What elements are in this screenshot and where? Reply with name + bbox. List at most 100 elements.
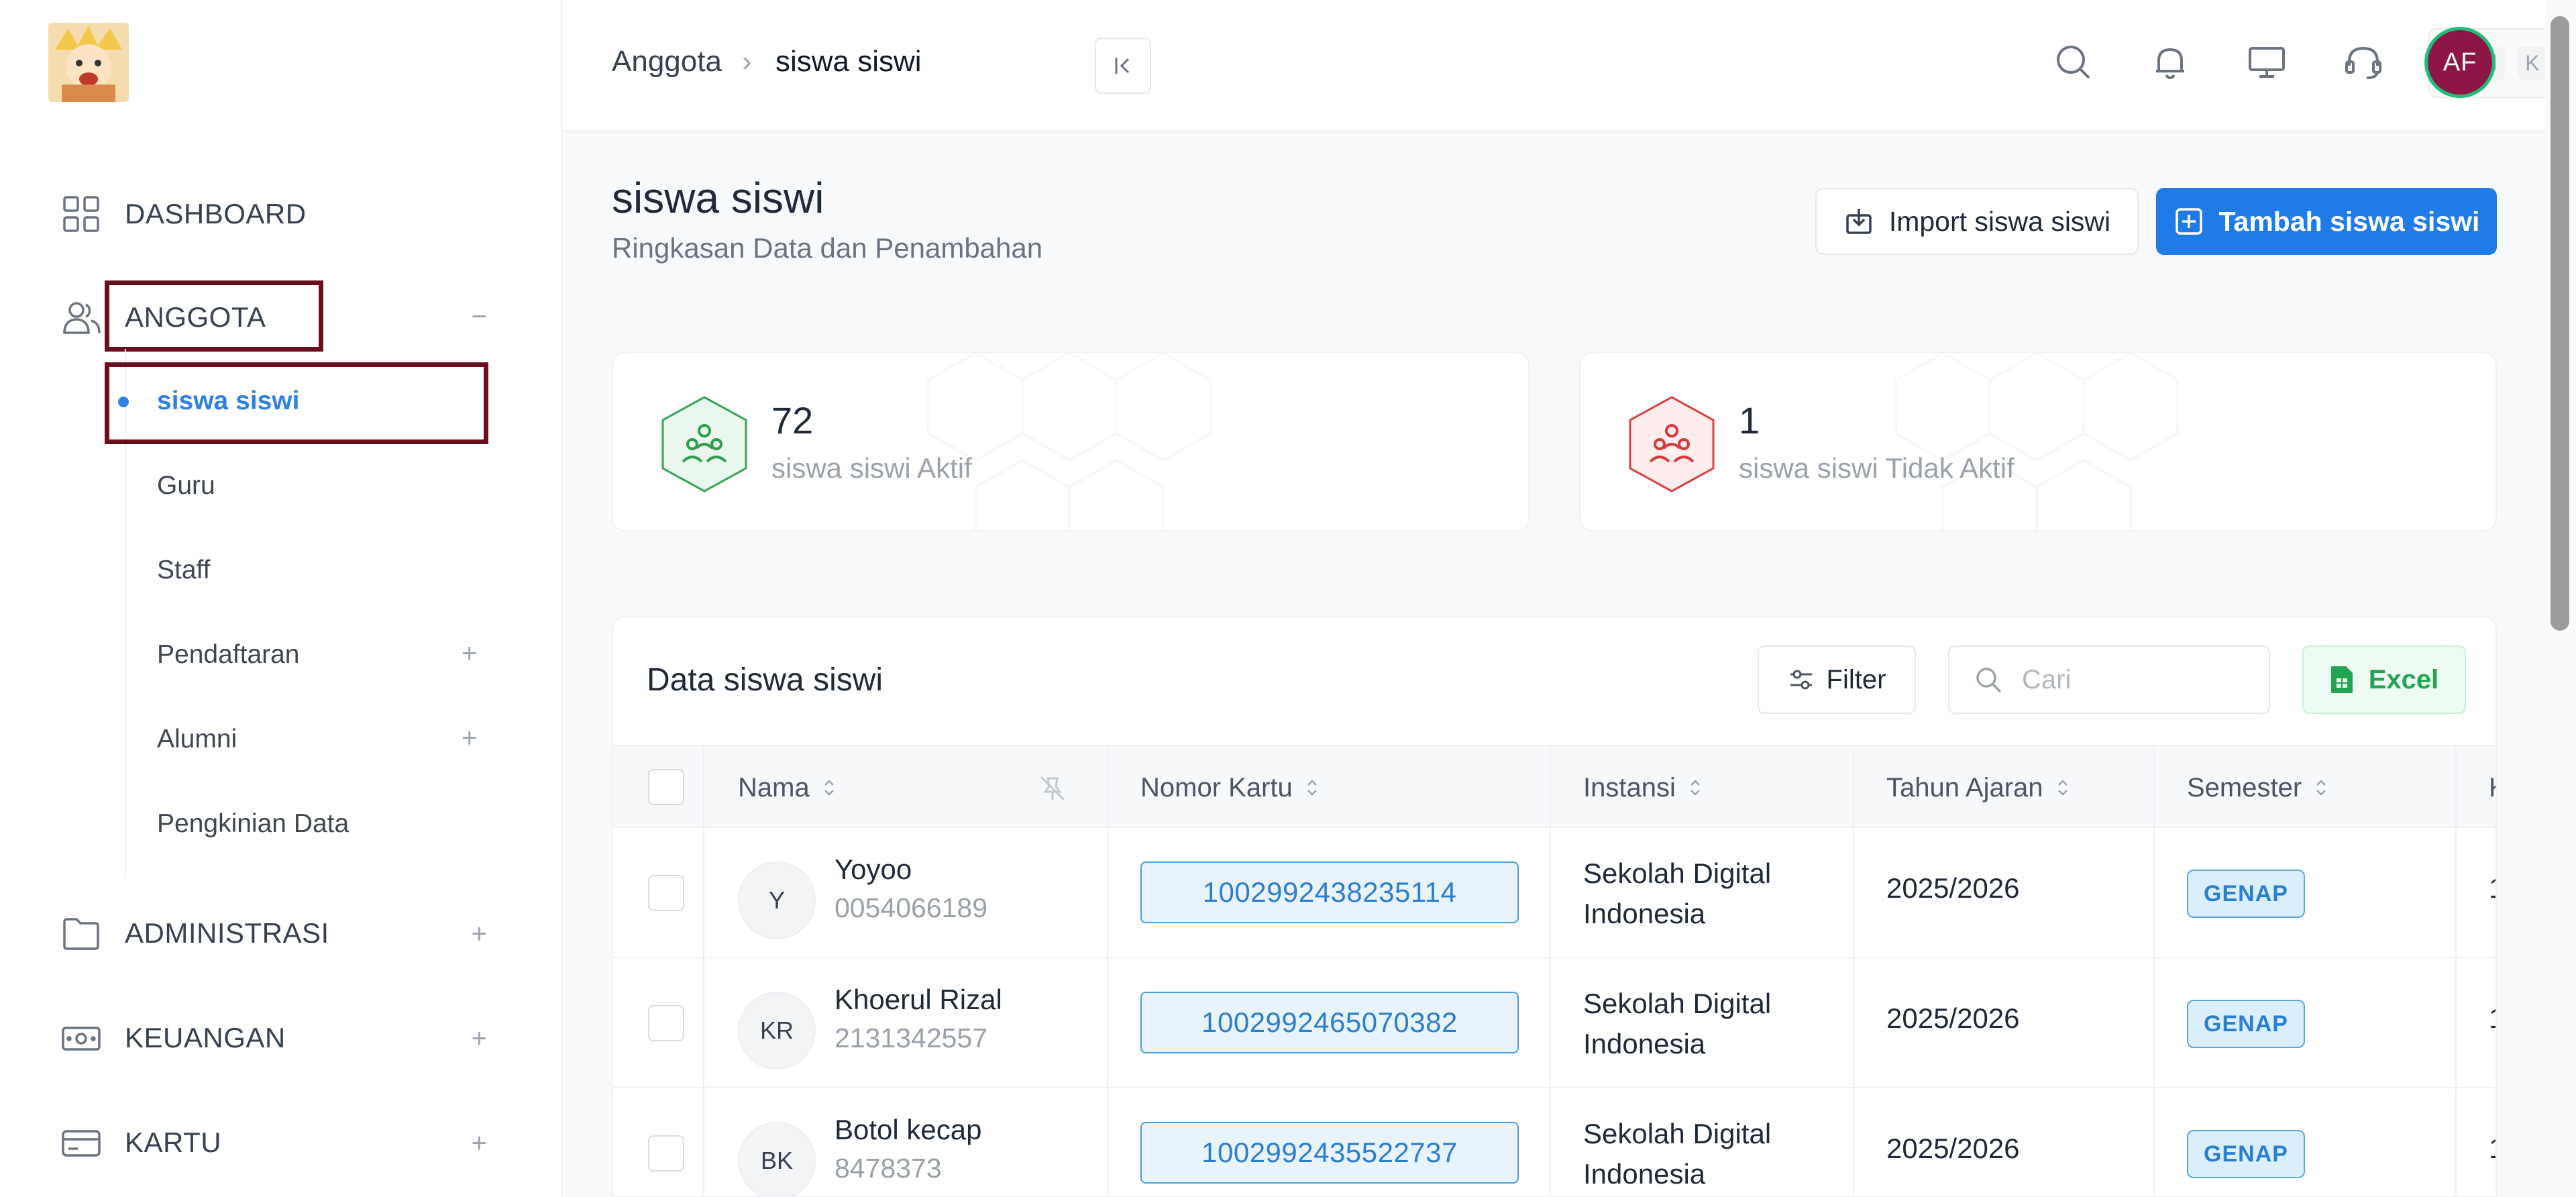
row-checkbox[interactable] bbox=[648, 875, 684, 911]
breadcrumb-current: siswa siswi bbox=[775, 45, 922, 78]
student-nis: 0054066189 bbox=[835, 892, 988, 923]
card-number-badge[interactable]: 1002992435522737 bbox=[1140, 1122, 1519, 1184]
sort-icon bbox=[2057, 780, 2068, 796]
avatar: KR bbox=[738, 992, 816, 1070]
kbd-k: K bbox=[2517, 46, 2548, 80]
sidebar-item-kartu[interactable]: KARTU bbox=[60, 1119, 221, 1166]
filter-button[interactable]: Filter bbox=[1758, 645, 1916, 714]
spreadsheet-icon bbox=[2330, 666, 2353, 693]
headset-icon[interactable] bbox=[2340, 39, 2387, 86]
sidebar-collapse-button[interactable] bbox=[1095, 38, 1151, 94]
filter-button-label: Filter bbox=[1826, 664, 1886, 694]
column-header-nomor-kartu[interactable]: Nomor Kartu bbox=[1140, 746, 1320, 829]
highlight-box-siswa-siswi bbox=[105, 362, 488, 444]
column-header-semester[interactable]: Semester bbox=[2187, 746, 2328, 829]
expand-toggle[interactable]: + bbox=[472, 1130, 487, 1157]
instansi-cell: Sekolah Digital Indonesia bbox=[1583, 1118, 1772, 1190]
expand-toggle[interactable]: + bbox=[462, 639, 477, 669]
table-row[interactable]: Y Yoyoo 0054066189 1002992438235114 Seko… bbox=[613, 828, 2496, 958]
export-excel-button[interactable]: Excel bbox=[2302, 645, 2466, 714]
students-table-card: Data siswa siswi Filter Excel Nama bbox=[612, 616, 2497, 1197]
expand-toggle[interactable]: + bbox=[472, 1025, 487, 1052]
search-icon[interactable] bbox=[2050, 39, 2097, 86]
expand-toggle[interactable]: + bbox=[462, 723, 477, 753]
bell-icon[interactable] bbox=[2147, 39, 2194, 86]
instansi-cell: Sekolah Digital Indonesia bbox=[1583, 988, 1772, 1059]
semester-badge: GENAP bbox=[2187, 870, 2305, 918]
monitor-icon[interactable] bbox=[2243, 39, 2290, 86]
import-button[interactable]: Import siswa siswi bbox=[1815, 188, 2139, 255]
student-name[interactable]: Botol kecap bbox=[835, 1114, 981, 1146]
sidebar: DASHBOARD ANGGOTA − siswa siswi Guru Sta… bbox=[0, 0, 562, 1197]
sidebar-item-label: ADMINISTRASI bbox=[125, 917, 329, 949]
search-field[interactable] bbox=[1948, 645, 2270, 714]
row-checkbox[interactable] bbox=[648, 1005, 684, 1041]
breadcrumb-anggota[interactable]: Anggota bbox=[612, 43, 722, 81]
sidebar-item-administrasi[interactable]: ADMINISTRASI bbox=[60, 910, 329, 957]
student-nis: 2131342557 bbox=[835, 1023, 988, 1053]
collapse-left-icon bbox=[1115, 58, 1130, 74]
stat-inactive-value: 1 bbox=[1739, 399, 1760, 441]
instansi-cell: Sekolah Digital Indonesia bbox=[1583, 857, 1772, 929]
student-name[interactable]: Khoerul Rizal bbox=[835, 984, 1002, 1016]
user-avatar[interactable]: AF bbox=[2424, 27, 2496, 98]
sort-icon bbox=[824, 780, 834, 796]
student-nis: 8478373 bbox=[835, 1153, 942, 1184]
sidebar-subitem-pendaftaran[interactable]: Pendaftaran bbox=[157, 640, 300, 670]
student-group-icon bbox=[661, 396, 747, 492]
row-checkbox[interactable] bbox=[648, 1135, 684, 1172]
academic-year-cell: 2025/2026 bbox=[1886, 1133, 2020, 1164]
table-title: Data siswa siswi bbox=[647, 662, 883, 698]
expand-toggle[interactable]: + bbox=[472, 921, 487, 947]
search-icon bbox=[1976, 668, 2002, 693]
stat-card-inactive: 1 siswa siswi Tidak Aktif bbox=[1579, 352, 2497, 531]
sidebar-subitem-staff[interactable]: Staff bbox=[157, 556, 211, 585]
select-all-checkbox[interactable] bbox=[648, 769, 684, 805]
page-scrollbar-thumb[interactable] bbox=[2551, 16, 2569, 631]
stat-inactive-label: siswa siswi Tidak Aktif bbox=[1739, 452, 2015, 484]
card-icon bbox=[60, 1122, 102, 1163]
filter-sliders-icon bbox=[1790, 670, 1812, 690]
folder-icon bbox=[60, 913, 102, 954]
hexagon-pattern-icon bbox=[1894, 353, 2179, 530]
sidebar-subitem-guru[interactable]: Guru bbox=[157, 471, 215, 501]
hexagon-pattern-icon bbox=[927, 353, 1212, 530]
sort-icon bbox=[1690, 780, 1700, 796]
column-header-nama[interactable]: Nama bbox=[738, 746, 837, 829]
stat-card-active: 72 siswa siswi Aktif bbox=[612, 352, 1529, 531]
avatar: Y bbox=[738, 862, 816, 939]
column-header-tahun-ajaran[interactable]: Tahun Ajaran bbox=[1886, 746, 2070, 829]
highlight-box-anggota bbox=[105, 280, 323, 352]
card-number-badge[interactable]: 1002992438235114 bbox=[1140, 862, 1519, 923]
semester-badge: GENAP bbox=[2187, 1130, 2305, 1178]
plus-square-icon bbox=[2175, 208, 2202, 235]
search-input[interactable] bbox=[2021, 664, 2249, 696]
page-title: siswa siswi bbox=[612, 174, 824, 222]
table-row[interactable]: KR Khoerul Rizal 2131342557 100299246507… bbox=[613, 958, 2496, 1088]
sidebar-item-dashboard[interactable]: DASHBOARD bbox=[60, 191, 307, 238]
add-student-button[interactable]: Tambah siswa siswi bbox=[2156, 188, 2497, 255]
student-group-icon bbox=[1629, 396, 1715, 492]
student-name[interactable]: Yoyoo bbox=[835, 853, 912, 886]
stat-active-value: 72 bbox=[771, 399, 814, 441]
grid-icon bbox=[60, 193, 102, 235]
excel-button-label: Excel bbox=[2368, 664, 2439, 694]
sidebar-subitem-alumni[interactable]: Alumni bbox=[157, 725, 237, 754]
stat-active-label: siswa siswi Aktif bbox=[771, 452, 972, 484]
column-header-clipped[interactable]: K bbox=[2489, 746, 2496, 829]
add-button-label: Tambah siswa siswi bbox=[2218, 205, 2480, 237]
sidebar-item-label: KARTU bbox=[125, 1127, 222, 1158]
sidebar-item-label: DASHBOARD bbox=[125, 198, 307, 229]
table-row[interactable]: BK Botol kecap 8478373 1002992435522737 … bbox=[613, 1088, 2496, 1196]
app-logo[interactable] bbox=[48, 23, 129, 102]
unpin-icon[interactable] bbox=[1038, 774, 1067, 802]
clipped-cell: 1 bbox=[2489, 1002, 2496, 1035]
collapse-toggle[interactable]: − bbox=[472, 303, 487, 330]
card-number-badge[interactable]: 1002992465070382 bbox=[1140, 992, 1519, 1053]
sidebar-item-keuangan[interactable]: KEUANGAN bbox=[60, 1014, 286, 1061]
top-bar: Anggota › siswa siswi Ctrl K bbox=[562, 0, 2576, 132]
sidebar-subitem-pengkinian-data[interactable]: Pengkinian Data bbox=[157, 809, 349, 839]
table-header: Nama Nomor Kartu Instansi Tahun Ajaran S… bbox=[613, 745, 2496, 829]
column-header-instansi[interactable]: Instansi bbox=[1583, 746, 1703, 829]
clipped-cell: 1 bbox=[2489, 872, 2496, 904]
